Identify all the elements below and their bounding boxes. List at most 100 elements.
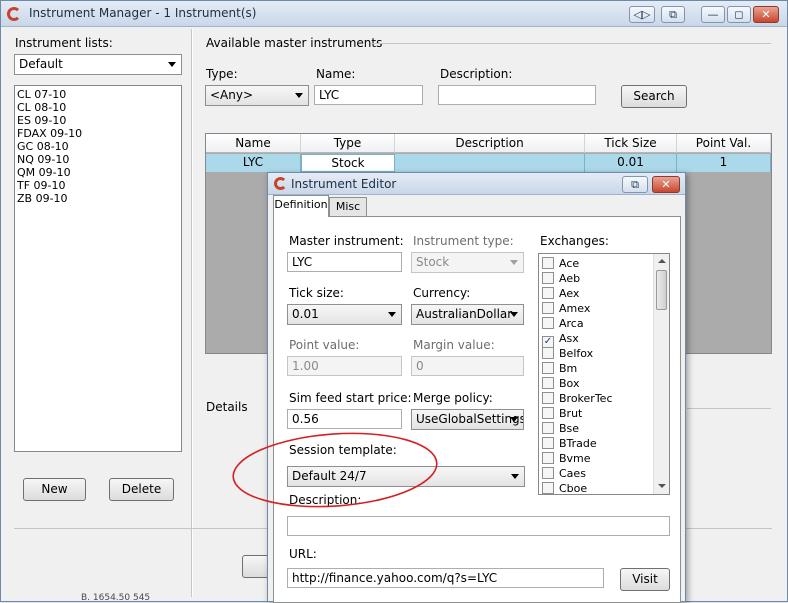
exchange-checkbox[interactable] — [542, 467, 554, 479]
exchange-name: BrokerTec — [559, 392, 613, 405]
group-divider — [371, 43, 771, 44]
cell-point-value[interactable]: 1 — [677, 154, 771, 172]
currency-dropdown[interactable]: AustralianDollar — [411, 304, 524, 325]
app-logo-icon — [274, 177, 287, 190]
maximize-button[interactable]: ◻ — [727, 6, 751, 23]
link-windows-button[interactable]: ◁▷ — [629, 6, 655, 23]
exchange-item[interactable]: Bvme — [542, 451, 591, 466]
instrument-type-dropdown[interactable]: Stock — [411, 252, 524, 273]
exchange-checkbox[interactable] — [542, 407, 554, 419]
exchange-checkbox[interactable] — [542, 287, 554, 299]
name-input[interactable]: LYC — [314, 85, 423, 105]
list-item[interactable]: CL 07-10 — [15, 88, 181, 101]
list-item[interactable]: QM 09-10 — [15, 166, 181, 179]
scroll-thumb[interactable] — [656, 270, 667, 310]
instrument-editor-dialog: Instrument Editor ⧉ ✕ Definition Misc Ma… — [267, 172, 686, 603]
details-divider — [687, 408, 771, 409]
exchange-checkbox[interactable] — [542, 422, 554, 434]
column-header-tick-size[interactable]: Tick Size — [585, 134, 677, 153]
exchange-name: Amex — [559, 302, 591, 315]
red-ellipse-mark — [232, 432, 438, 508]
description-input[interactable] — [287, 516, 670, 536]
list-item[interactable]: CL 08-10 — [15, 101, 181, 114]
scroll-up-icon[interactable] — [658, 259, 666, 263]
exchange-item[interactable]: Arca — [542, 316, 584, 331]
exchange-item[interactable]: Belfox — [542, 346, 593, 361]
search-button[interactable]: Search — [621, 85, 687, 108]
chevron-down-icon — [295, 93, 303, 98]
new-button[interactable]: New — [23, 478, 86, 501]
list-item[interactable]: ZB 09-10 — [15, 192, 181, 205]
cell-tick-size[interactable]: 0.01 — [585, 154, 677, 172]
exchange-checkbox[interactable] — [542, 377, 554, 389]
list-item[interactable]: ES 09-10 — [15, 114, 181, 127]
instrument-listbox[interactable]: CL 07-10 CL 08-10 ES 09-10 FDAX 09-10 GC 08-… — [14, 85, 182, 452]
exchange-item[interactable]: Box — [542, 376, 579, 391]
editor-close-button[interactable]: ✕ — [652, 176, 680, 193]
exchange-name: Caes — [559, 467, 586, 480]
list-item[interactable]: GC 08-10 — [15, 140, 181, 153]
exchange-checkbox[interactable] — [542, 302, 554, 314]
list-item[interactable]: NQ 09-10 — [15, 153, 181, 166]
exchange-checkbox[interactable] — [542, 272, 554, 284]
exchange-item[interactable]: Bse — [542, 421, 579, 436]
panel-splitter[interactable] — [191, 29, 193, 597]
merge-policy-dropdown[interactable]: UseGlobalSettings — [411, 409, 524, 430]
exchange-item[interactable]: Caes — [542, 466, 586, 481]
margin-value-input[interactable]: 0 — [411, 356, 524, 376]
minimize-button[interactable]: — — [701, 6, 725, 23]
column-header-name[interactable]: Name — [206, 134, 301, 153]
master-instrument-input[interactable]: LYC — [287, 252, 402, 272]
exchange-item[interactable]: Aex — [542, 286, 579, 301]
exchange-item[interactable]: Cboe — [542, 481, 587, 494]
type-label: Type: — [206, 67, 238, 81]
cell-name[interactable]: LYC — [206, 154, 301, 172]
exchange-item[interactable]: ✓ Asx — [542, 331, 579, 348]
tab-misc[interactable]: Misc — [329, 197, 367, 217]
exchange-checkbox[interactable] — [542, 317, 554, 329]
delete-button[interactable]: Delete — [109, 478, 174, 501]
scroll-down-icon[interactable] — [658, 484, 666, 488]
column-header-point-value[interactable]: Point Val. — [677, 134, 771, 153]
list-item[interactable]: FDAX 09-10 — [15, 127, 181, 140]
type-dropdown[interactable]: <Any> — [205, 85, 309, 106]
column-header-type[interactable]: Type — [301, 134, 395, 153]
url-input[interactable]: http://finance.yahoo.com/q?s=LYC — [287, 568, 604, 588]
exchange-checkbox[interactable] — [542, 452, 554, 464]
exchange-checkbox[interactable] — [542, 482, 554, 494]
merge-policy-selected: UseGlobalSettings — [416, 412, 524, 426]
restore-icon-button[interactable]: ⧉ — [661, 6, 685, 23]
description-input[interactable] — [438, 85, 596, 105]
point-value-label: Point value: — [289, 338, 360, 352]
column-header-description[interactable]: Description — [395, 134, 585, 153]
cell-type[interactable]: Stock — [301, 154, 395, 172]
exchange-checkbox[interactable] — [542, 257, 554, 269]
sim-feed-start-price-input[interactable]: 0.56 — [287, 409, 402, 429]
list-item[interactable]: TF 09-10 — [15, 179, 181, 192]
tab-definition[interactable]: Definition — [273, 195, 329, 217]
details-label: Details — [206, 400, 248, 414]
visit-button[interactable]: Visit — [620, 568, 670, 591]
exchange-item[interactable]: Bm — [542, 361, 577, 376]
exchange-checkbox[interactable] — [542, 347, 554, 359]
tick-size-dropdown[interactable]: 0.01 — [287, 304, 402, 325]
type-selected: <Any> — [210, 88, 254, 102]
exchange-checkbox[interactable] — [542, 392, 554, 404]
cell-description[interactable] — [395, 154, 585, 172]
exchanges-listbox[interactable]: Ace Aeb Aex Amex Arca ✓ Asx Belfox Bm Box BrokerTe… — [538, 253, 670, 495]
exchange-name: Asx — [559, 332, 579, 345]
exchanges-scrollbar[interactable] — [653, 254, 669, 494]
exchange-checkbox[interactable] — [542, 362, 554, 374]
exchange-item[interactable]: BrokerTec — [542, 391, 613, 406]
exchange-name: Bm — [559, 362, 578, 375]
close-button[interactable]: ✕ — [753, 6, 779, 23]
exchange-item[interactable]: Aeb — [542, 271, 580, 286]
exchange-item[interactable]: BTrade — [542, 436, 597, 451]
exchange-item[interactable]: Ace — [542, 256, 579, 271]
exchange-item[interactable]: Amex — [542, 301, 590, 316]
instrument-lists-dropdown[interactable]: Default — [14, 54, 182, 75]
editor-restore-button[interactable]: ⧉ — [622, 176, 648, 193]
exchange-item[interactable]: Brut — [542, 406, 582, 421]
point-value-input[interactable]: 1.00 — [287, 356, 402, 376]
exchange-checkbox[interactable] — [542, 437, 554, 449]
